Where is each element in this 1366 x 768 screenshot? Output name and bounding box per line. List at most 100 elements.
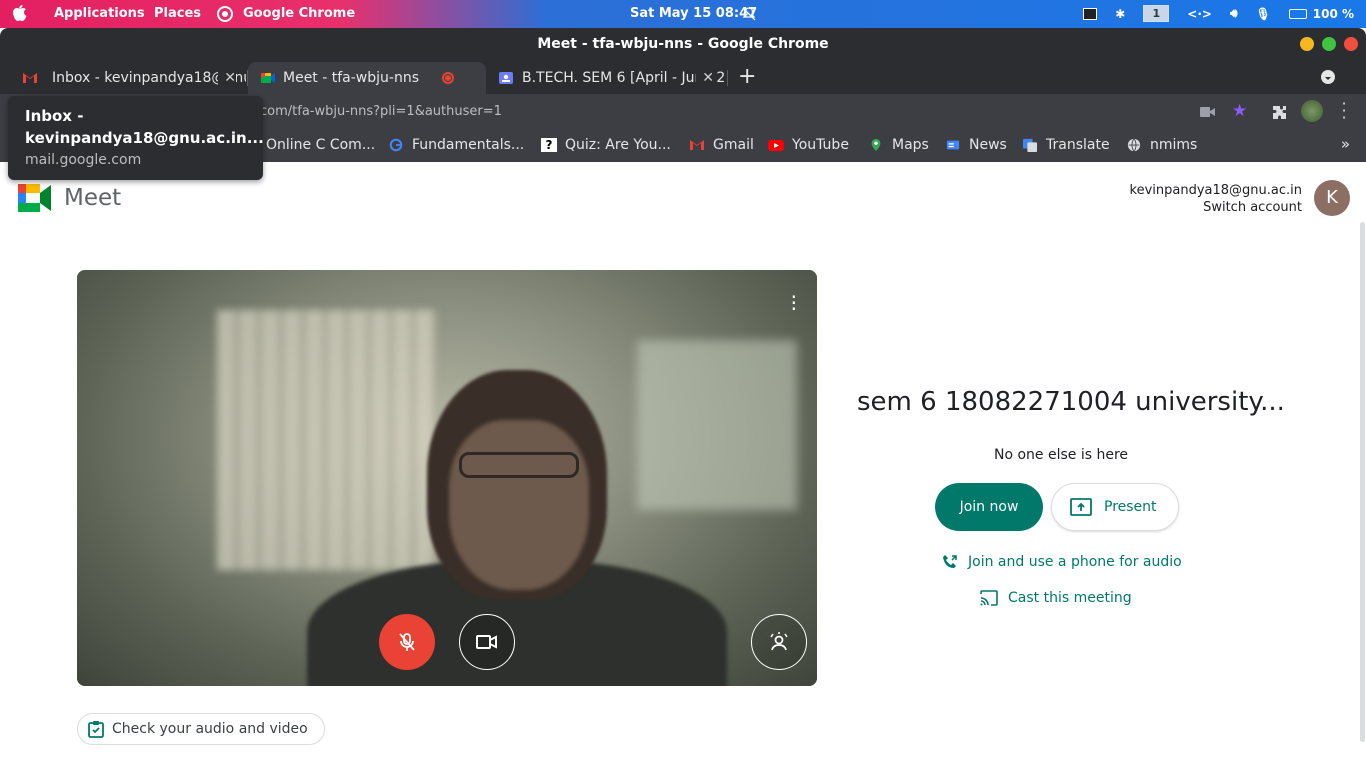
scrollbar-thumb[interactable]	[1360, 222, 1365, 742]
hover-card-domain: mail.google.com	[25, 152, 142, 168]
bookmark-item[interactable]: Maps	[868, 137, 929, 153]
meet-logo-icon	[18, 184, 51, 212]
tab-label: Meet - tfa-wbju-nns	[283, 70, 419, 86]
video-ac-blur	[637, 340, 797, 510]
news-icon	[946, 140, 960, 150]
battery-icon[interactable]	[1288, 8, 1307, 19]
bookmark-item[interactable]: Online C Com...	[266, 137, 375, 153]
bookmark-item[interactable]: Fundamentals...	[388, 137, 524, 153]
meeting-title: sem 6 18082271004 university...	[857, 387, 1285, 417]
close-tab-icon[interactable]: ✕	[218, 62, 236, 94]
video-camera-icon	[476, 635, 497, 649]
check-av-label: Check your audio and video	[112, 721, 308, 737]
video-person-face	[449, 420, 589, 590]
globe-icon	[1127, 138, 1141, 152]
tab-meet[interactable]: Meet - tfa-wbju-nns	[248, 62, 486, 94]
tab-label: Inbox - kevinpandya18@gnu.ac.in - GNU Ma…	[52, 70, 246, 86]
workspace-indicator[interactable]: 1	[1143, 5, 1170, 22]
tab-hover-card: Inbox - kevinpandya18@gnu.ac.in... mail.…	[8, 96, 264, 180]
present-button[interactable]: Present	[1051, 483, 1179, 531]
camera-toggle-button[interactable]	[459, 614, 515, 670]
bookmark-item[interactable]: ? Quiz: Are You...	[541, 137, 671, 153]
applications-menu[interactable]: Applications	[54, 6, 145, 21]
tab-strip: Inbox - kevinpandya18@gnu.ac.in - GNU Ma…	[0, 60, 1366, 94]
video-window-blur	[217, 310, 437, 570]
page-scrollbar[interactable]	[1358, 222, 1366, 742]
phone-audio-label: Join and use a phone for audio	[968, 554, 1182, 570]
participants-status: No one else is here	[994, 447, 1129, 463]
system-top-bar: Applications Places Google Chrome Sat Ma…	[0, 0, 1366, 28]
account-email: kevinpandya18@gnu.ac.in	[1129, 183, 1302, 198]
meet-logo[interactable]: Meet	[18, 184, 121, 212]
active-app-name[interactable]: Google Chrome	[243, 6, 355, 21]
bluetooth-icon[interactable]: ✱	[1115, 7, 1125, 21]
new-tab-button[interactable]: +	[738, 64, 756, 89]
close-window-button[interactable]	[1344, 37, 1358, 51]
microphone-toggle-button[interactable]	[379, 614, 435, 670]
meet-page: Meet kevinpandya18@gnu.ac.in Switch acco…	[0, 162, 1366, 768]
tab-divider	[727, 70, 728, 86]
minimize-button[interactable]	[1300, 37, 1314, 51]
places-menu[interactable]: Places	[154, 6, 201, 21]
bookmark-item[interactable]: nmims	[1126, 137, 1197, 153]
switch-account-link[interactable]: Switch account	[1130, 199, 1302, 216]
chrome-menu-icon[interactable]: · · ·	[1339, 96, 1349, 126]
quiz-icon: ?	[541, 138, 557, 152]
tab-search-button[interactable]	[1321, 70, 1335, 84]
video-person-glasses	[459, 452, 579, 478]
volume-icon[interactable]: 🔊︎	[1230, 6, 1238, 21]
gmail-icon	[23, 73, 37, 83]
profile-avatar[interactable]	[1301, 100, 1323, 122]
cast-meeting-link[interactable]: Cast this meeting	[980, 590, 1132, 606]
maps-icon	[871, 138, 881, 152]
gmail-icon	[690, 140, 704, 150]
background-effects-icon	[770, 632, 788, 651]
bookmark-item[interactable]: Gmail	[689, 137, 754, 153]
more-bookmarks-icon[interactable]: »	[1341, 135, 1350, 153]
bookmark-star-icon[interactable]: ★	[1232, 101, 1247, 121]
notifications-off-icon[interactable]	[742, 7, 756, 21]
tab-inbox[interactable]: Inbox - kevinpandya18@gnu.ac.in - GNU Ma…	[8, 62, 246, 94]
bookmark-item[interactable]: Translate	[1022, 137, 1110, 153]
clipboard-check-icon	[88, 721, 104, 738]
translate-icon	[1023, 138, 1037, 152]
chrome-icon	[217, 6, 233, 22]
classroom-icon	[499, 72, 513, 84]
microphone-icon[interactable]: 🎙︎	[1256, 7, 1271, 21]
maximize-button[interactable]	[1322, 37, 1336, 51]
mic-off-icon	[399, 633, 415, 651]
close-tab-icon[interactable]: ✕	[696, 62, 714, 94]
more-options-icon[interactable]: · · ·	[791, 287, 797, 319]
apple-logo-icon[interactable]	[10, 5, 30, 23]
join-now-button[interactable]: Join now	[935, 483, 1043, 531]
self-video-preview: · · ·	[77, 270, 817, 686]
camera-in-use-icon[interactable]	[1200, 106, 1216, 118]
account-info: kevinpandya18@gnu.ac.in Switch account	[1130, 182, 1302, 216]
network-icon[interactable]: <·>	[1187, 7, 1212, 21]
check-audio-video-button[interactable]: Check your audio and video	[77, 713, 325, 745]
present-screen-icon	[1070, 498, 1092, 516]
chevron-down-icon	[1325, 77, 1331, 80]
visual-effects-button[interactable]	[751, 614, 807, 670]
extensions-icon[interactable]	[1272, 105, 1287, 120]
phone-forward-icon	[943, 555, 957, 568]
tab-classroom[interactable]: B.TECH. SEM 6 [April - June 2021] ✕	[486, 62, 724, 94]
battery-percent: 100 %	[1312, 6, 1354, 21]
bookmark-item[interactable]: News	[945, 137, 1007, 153]
cast-icon	[980, 590, 998, 606]
youtube-icon	[768, 140, 784, 151]
cast-label: Cast this meeting	[1008, 590, 1132, 606]
clock[interactable]: Sat May 15 08:47	[630, 6, 757, 21]
tab-label: B.TECH. SEM 6 [April - June 2021]	[522, 70, 724, 86]
hover-card-title: Inbox - kevinpandya18@gnu.ac.in...	[25, 107, 264, 147]
window-titlebar[interactable]: Meet - tfa-wbju-nns - Google Chrome	[0, 28, 1366, 60]
screen-record-icon[interactable]	[1083, 7, 1098, 20]
recording-indicator-icon	[442, 72, 454, 84]
bookmark-item[interactable]: YouTube	[768, 137, 849, 153]
join-phone-audio-link[interactable]: Join and use a phone for audio	[942, 554, 1182, 570]
account-avatar[interactable]: K	[1314, 180, 1350, 216]
present-label: Present	[1104, 499, 1157, 515]
window-title: Meet - tfa-wbju-nns - Google Chrome	[537, 36, 829, 52]
google-icon	[389, 138, 403, 152]
meet-logo-text: Meet	[64, 185, 122, 211]
